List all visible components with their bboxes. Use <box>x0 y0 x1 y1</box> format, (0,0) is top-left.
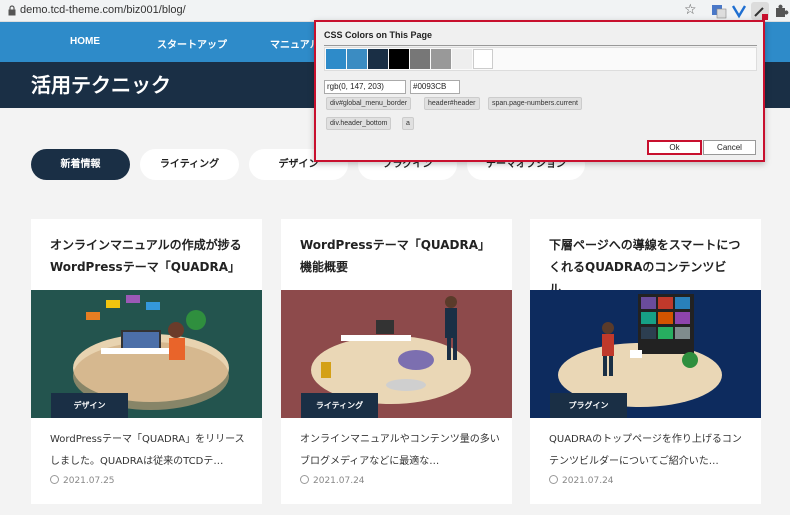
article-card[interactable]: WordPressテーマ「QUADRA」機能概要 ライティング オンラインマニュ… <box>281 219 512 504</box>
color-swatch[interactable] <box>473 49 493 69</box>
category-badge[interactable]: ライティング <box>301 393 378 418</box>
card-thumbnail[interactable]: プラグイン <box>530 290 761 418</box>
color-swatch[interactable] <box>452 49 472 69</box>
selector-tag[interactable]: span.page-numbers.current <box>488 97 582 110</box>
browser-address-bar: demo.tcd-theme.com/biz001/blog/ ☆ <box>0 0 790 22</box>
css-colors-popup: CSS Colors on This Page rgb(0, 147, 203)… <box>314 20 765 162</box>
selector-tag[interactable]: div#global_menu_border <box>326 97 412 110</box>
eyedropper-icon[interactable] <box>751 2 769 20</box>
hex-value-field[interactable]: #0093CB <box>410 80 460 94</box>
article-card[interactable]: 下層ページへの導線をスマートにつくれるQUADRAのコンテンツビル… プラグイン… <box>530 219 761 504</box>
nav-item-manual[interactable]: マニュアル <box>270 36 320 51</box>
card-excerpt: オンラインマニュアルやコンテンツ量の多いブログメディアなどに最適な… <box>300 434 500 467</box>
page-title: 活用テクニック <box>31 73 171 97</box>
color-swatch[interactable] <box>431 49 451 69</box>
filter-tab-writing[interactable]: ライティング <box>140 149 239 180</box>
url-text[interactable]: demo.tcd-theme.com/biz001/blog/ <box>20 4 186 16</box>
card-date: 2021.07.25 <box>50 475 115 486</box>
star-icon[interactable]: ☆ <box>684 2 697 18</box>
category-badge[interactable]: プラグイン <box>550 393 627 418</box>
card-excerpt: WordPressテーマ「QUADRA」をリリースしました。QUADRAは従来の… <box>50 434 245 467</box>
popup-title: CSS Colors on This Page <box>324 30 433 40</box>
puzzle-icon[interactable] <box>773 3 789 19</box>
ok-button[interactable]: Ok <box>647 140 702 155</box>
category-badge[interactable]: デザイン <box>51 393 128 418</box>
selector-tag[interactable]: div.header_bottom <box>326 117 392 130</box>
nav-item-home[interactable]: HOME <box>70 36 100 47</box>
card-date-text: 2021.07.24 <box>313 476 365 486</box>
swatch-row <box>324 47 757 71</box>
color-swatch[interactable] <box>410 49 430 69</box>
card-excerpt: QUADRAのトップページを作り上げるコンテンツビルダーについてご紹介いた… <box>549 434 742 467</box>
vpn-icon[interactable] <box>731 3 747 19</box>
article-card[interactable]: オンラインマニュアルの作成が捗るWordPressテーマ「QUADRA」 デザイ… <box>31 219 262 504</box>
selector-tag[interactable]: a <box>402 117 414 130</box>
color-swatch[interactable] <box>326 49 346 69</box>
filter-tab-latest[interactable]: 新着情報 <box>31 149 130 180</box>
color-swatch[interactable] <box>389 49 409 69</box>
clock-icon <box>549 475 558 484</box>
card-date-text: 2021.07.24 <box>562 476 614 486</box>
card-title[interactable]: オンラインマニュアルの作成が捗るWordPressテーマ「QUADRA」 <box>50 234 245 278</box>
nav-item-startup[interactable]: スタートアップ <box>157 36 227 51</box>
color-swatch[interactable] <box>368 49 388 69</box>
clock-icon <box>50 475 59 484</box>
card-date: 2021.07.24 <box>549 475 614 486</box>
cancel-button[interactable]: Cancel <box>703 140 756 155</box>
translate-icon[interactable] <box>711 3 727 19</box>
clock-icon <box>300 475 309 484</box>
card-date: 2021.07.24 <box>300 475 365 486</box>
lock-icon <box>8 5 16 16</box>
card-date-text: 2021.07.25 <box>63 476 115 486</box>
divider <box>324 45 757 46</box>
card-title[interactable]: WordPressテーマ「QUADRA」機能概要 <box>300 234 495 278</box>
rgb-value-field[interactable]: rgb(0, 147, 203) <box>324 80 406 94</box>
card-thumbnail[interactable]: ライティング <box>281 290 512 418</box>
card-thumbnail[interactable]: デザイン <box>31 290 262 418</box>
color-swatch[interactable] <box>347 49 367 69</box>
selector-tag[interactable]: header#header <box>424 97 480 110</box>
